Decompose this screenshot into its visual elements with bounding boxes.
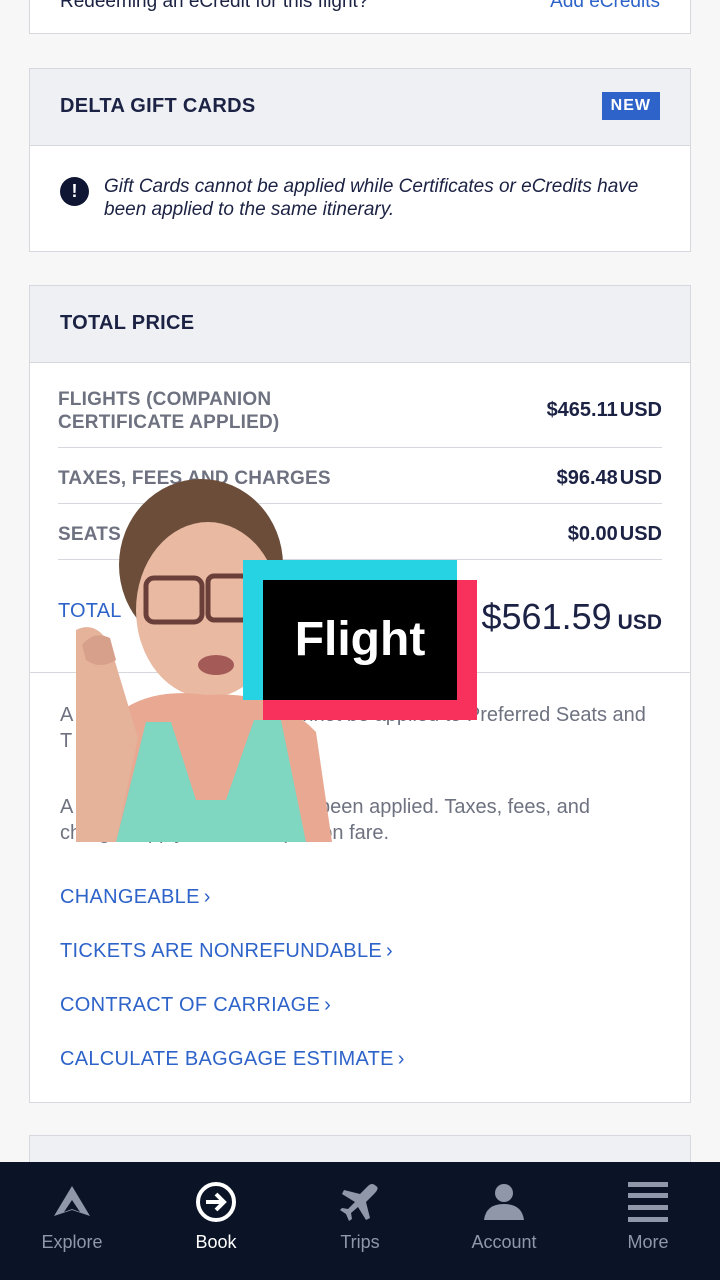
book-arrow-icon <box>196 1182 236 1222</box>
chevron-right-icon: › <box>386 940 393 962</box>
new-badge: NEW <box>601 92 660 120</box>
changeable-link[interactable]: CHANGEABLE › <box>60 886 211 909</box>
price-row-flights: FLIGHTS (COMPANION CERTIFICATE APPLIED) … <box>58 384 662 448</box>
price-row-value: $96.48 USD <box>556 467 662 489</box>
nav-label: Explore <box>41 1232 103 1252</box>
gift-cards-panel: DELTA GIFT CARDS NEW ! Gift Cards cannot… <box>29 68 691 252</box>
nav-label: More <box>627 1232 669 1252</box>
nav-label: Book <box>195 1232 237 1252</box>
person-icon <box>484 1184 524 1220</box>
nonrefundable-link[interactable]: TICKETS ARE NONREFUNDABLE › <box>60 940 393 963</box>
nav-item-trips[interactable]: Trips <box>288 1162 432 1280</box>
gift-cards-warning: Gift Cards cannot be applied while Certi… <box>104 176 639 220</box>
baggage-estimate-link[interactable]: CALCULATE BAGGAGE ESTIMATE › <box>60 1048 405 1071</box>
price-row-value: $465.11 USD <box>546 399 662 421</box>
nav-item-book[interactable]: Book <box>144 1162 288 1280</box>
nav-item-explore[interactable]: Explore <box>0 1162 144 1280</box>
delta-widget-icon <box>54 1186 90 1216</box>
total-price-title: TOTAL PRICE <box>60 312 195 334</box>
price-row-label: FLIGHTS (COMPANION CERTIFICATE APPLIED) <box>58 389 280 433</box>
contract-of-carriage-link[interactable]: CONTRACT OF CARRIAGE › <box>60 994 331 1017</box>
price-row-value: $0.00 USD <box>567 523 662 545</box>
menu-icon <box>628 1182 668 1222</box>
chevron-right-icon: › <box>203 886 211 908</box>
total-price-header: TOTAL PRICE <box>30 286 690 363</box>
nav-label: Trips <box>340 1232 380 1252</box>
ecredit-panel: Redeeming an eCredit for this flight? Ad… <box>29 0 691 34</box>
sticker-caption: Flight <box>294 613 426 666</box>
ecredit-text: Redeeming an eCredit for this flight? <box>60 0 369 12</box>
nav-label: Account <box>471 1232 537 1252</box>
nav-item-more[interactable]: More <box>576 1162 720 1280</box>
alert-icon: ! <box>60 177 89 206</box>
bottom-nav: Explore Book Trips Account More <box>0 1162 720 1280</box>
gift-cards-header: DELTA GIFT CARDS NEW <box>30 69 690 146</box>
plane-icon <box>340 1184 378 1221</box>
chevron-right-icon: › <box>397 1048 405 1070</box>
gift-cards-title: DELTA GIFT CARDS <box>60 95 256 117</box>
flight-caption-sticker: Flight <box>243 560 477 720</box>
add-ecredits-link[interactable]: Add eCredits <box>550 0 660 13</box>
chevron-right-icon: › <box>324 994 332 1016</box>
total-amount: $561.59 USD <box>481 596 662 637</box>
nav-item-account[interactable]: Account <box>432 1162 576 1280</box>
